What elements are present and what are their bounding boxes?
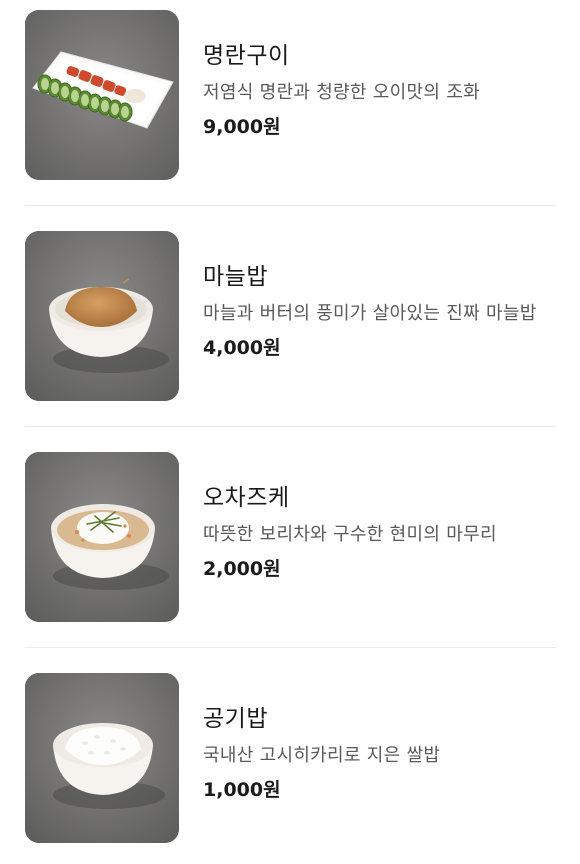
menu-item-info: 마늘밥 마늘과 버터의 풍미가 살아있는 진짜 마늘밥 4,000원: [203, 261, 553, 362]
menu-item-price: 4,000원: [203, 337, 281, 359]
menu-item-name: 오차즈케: [203, 485, 290, 511]
menu-item-info: 명란구이 저염식 명란과 청량한 오이맛의 조화 9,000원: [203, 40, 553, 141]
menu-item-name: 명란구이: [203, 43, 290, 69]
divider: [25, 426, 556, 427]
menu-item-description: 국내산 고시히카리로 지은 쌀밥: [203, 745, 441, 766]
menu-item-garlic-rice[interactable]: 마늘밥 마늘과 버터의 풍미가 살아있는 진짜 마늘밥 4,000원: [25, 231, 556, 401]
divider: [25, 647, 556, 648]
menu-item-steamed-rice[interactable]: 공기밥 국내산 고시히카리로 지은 쌀밥 1,000원: [25, 673, 556, 843]
menu-item-description: 따뜻한 보리차와 구수한 현미의 마무리: [203, 524, 497, 545]
garlic-rice-bowl-photo: [25, 231, 179, 401]
ochazuke-bowl-photo: [25, 452, 179, 622]
steamed-rice-bowl-photo: [25, 673, 179, 843]
menu-item-mentaiko[interactable]: 명란구이 저염식 명란과 청량한 오이맛의 조화 9,000원: [25, 10, 556, 180]
menu-item-info: 오차즈케 따뜻한 보리차와 구수한 현미의 마무리 2,000원: [203, 482, 553, 583]
menu-item-price: 1,000원: [203, 779, 281, 801]
menu-item-description: 저염식 명란과 청량한 오이맛의 조화: [203, 82, 480, 103]
divider: [25, 205, 556, 206]
menu-item-name: 마늘밥: [203, 264, 268, 290]
menu-item-price: 9,000원: [203, 116, 281, 138]
menu-item-name: 공기밥: [203, 706, 268, 732]
menu-item-description: 마늘과 버터의 풍미가 살아있는 진짜 마늘밥: [203, 303, 537, 324]
mentaiko-plate-photo: [25, 10, 179, 180]
menu-item-price: 2,000원: [203, 558, 281, 580]
menu-item-info: 공기밥 국내산 고시히카리로 지은 쌀밥 1,000원: [203, 703, 553, 804]
menu-item-ochazuke[interactable]: 오차즈케 따뜻한 보리차와 구수한 현미의 마무리 2,000원: [25, 452, 556, 622]
menu-list: 명란구이 저염식 명란과 청량한 오이맛의 조화 9,000원 마늘밥 마늘과 …: [0, 0, 580, 864]
